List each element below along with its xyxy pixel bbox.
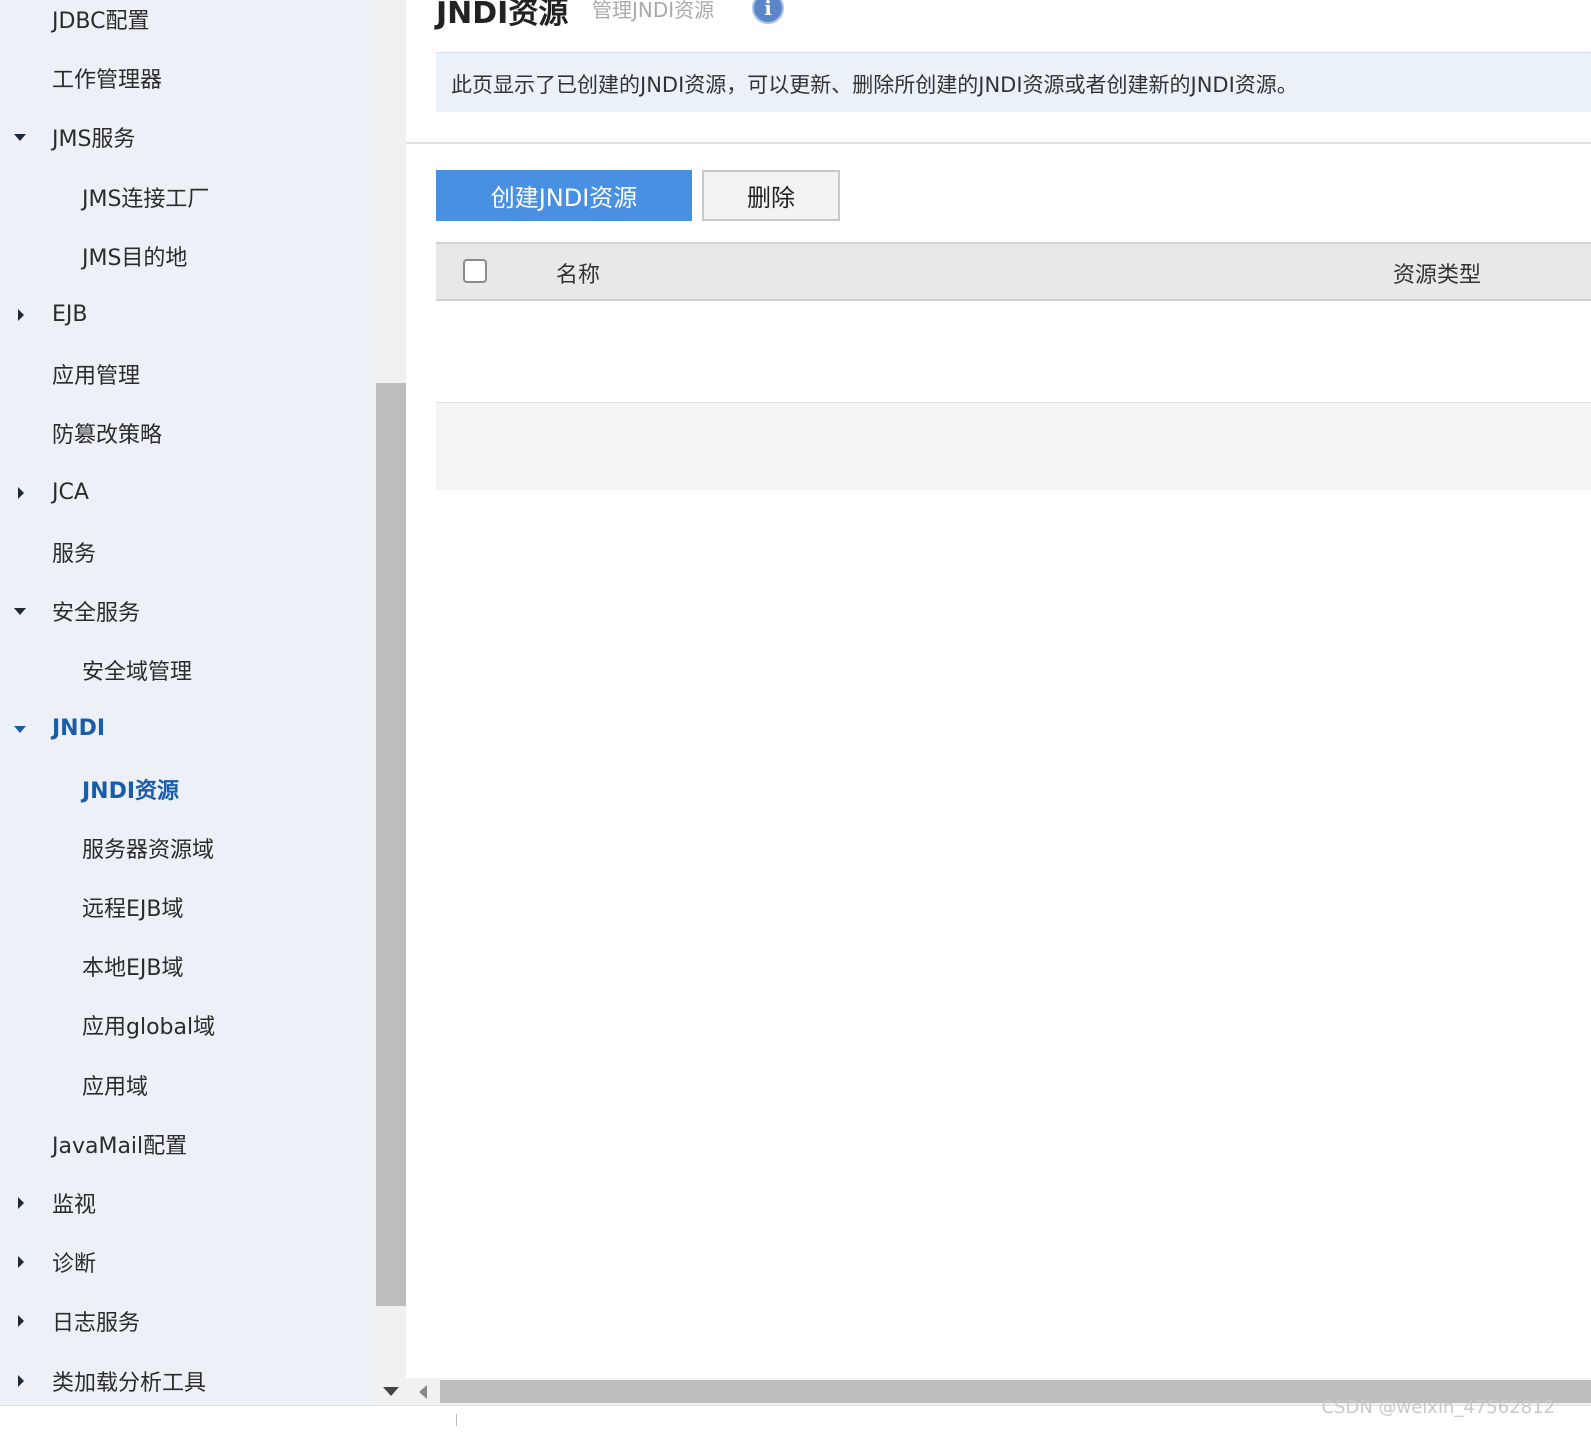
sidebar-item-label: 防篡改策略 [52,422,163,448]
caret-right-icon[interactable] [18,308,24,321]
table-body [436,301,1591,402]
main-content: JNDI资源 管理JNDI资源 i 此页显示了已创建的JNDI资源，可以更新、删… [406,0,1591,1380]
caret-right-icon[interactable] [18,1314,24,1327]
table-footer [436,403,1591,490]
sidebar-item[interactable]: 服务器资源域 [0,818,376,877]
sidebar-item-label: 类加载分析工具 [52,1370,207,1396]
delete-button[interactable]: 删除 [702,170,840,221]
sidebar-item-label: 应用global域 [82,1014,216,1040]
sidebar-item-label: 本地EJB域 [82,955,184,981]
sidebar-item[interactable]: 应用管理 [0,344,376,403]
sidebar-item-label: 服务 [52,541,97,567]
sidebar-item[interactable]: JNDI资源 [0,759,376,818]
sidebar-scrollbar[interactable] [376,0,406,1405]
sidebar-item[interactable]: JavaMail配置 [0,1114,376,1173]
sidebar-item[interactable]: JMS服务 [0,107,376,166]
sidebar-scrollbar-thumb[interactable] [376,383,406,1306]
sidebar-item-label: 安全服务 [52,600,141,626]
sidebar-item-label: 远程EJB域 [82,896,184,922]
sidebar-item-label: 工作管理器 [52,67,163,93]
caret-right-icon[interactable] [18,1255,24,1268]
sidebar-item-label: JMS目的地 [82,245,188,271]
sidebar-item[interactable]: 服务 [0,522,376,581]
create-jndi-resource-button[interactable]: 创建JNDI资源 [436,170,692,221]
sidebar-item[interactable]: 类加载分析工具 [0,1351,376,1410]
sidebar-item[interactable]: 诊断 [0,1232,376,1291]
caret-down-icon[interactable] [14,607,26,615]
sidebar-item-label: 应用管理 [52,363,141,389]
sidebar-item-label: JDBC配置 [52,8,150,34]
sidebar-item[interactable]: EJB [0,285,376,344]
sidebar-item[interactable]: 安全服务 [0,581,376,640]
sidebar-item-label: 服务器资源域 [82,837,215,863]
sidebar-item-label: JMS连接工厂 [82,186,210,212]
sidebar-item[interactable]: 远程EJB域 [0,877,376,936]
sidebar-item[interactable]: 防篡改策略 [0,403,376,462]
caret-right-icon[interactable] [18,1374,24,1387]
sidebar-item-label: 应用域 [82,1074,149,1100]
sidebar-item[interactable]: JMS连接工厂 [0,167,376,226]
sidebar-item[interactable]: JNDI [0,699,376,758]
caret-right-icon[interactable] [18,1196,24,1209]
column-header-name[interactable]: 名称 [556,257,600,289]
sidebar-item-label: JNDI [52,716,106,741]
column-header-resource-type[interactable]: 资源类型 [1393,257,1481,289]
sidebar-item[interactable]: JCA [0,463,376,522]
sidebar-item[interactable]: JMS目的地 [0,226,376,285]
sidebar-item[interactable]: 本地EJB域 [0,936,376,995]
sidebar-item[interactable]: 应用域 [0,1055,376,1114]
info-icon[interactable]: i [752,0,784,24]
sidebar-item-label: 诊断 [52,1251,97,1277]
caret-down-icon[interactable] [14,133,26,141]
sidebar-item[interactable]: 安全域管理 [0,640,376,699]
description-text: 此页显示了已创建的JNDI资源，可以更新、删除所创建的JNDI资源或者创建新的J… [451,73,1298,97]
sidebar-item-label: JavaMail配置 [52,1133,188,1159]
sidebar-item-label: 日志服务 [52,1310,141,1336]
scroll-left-arrow-icon[interactable] [419,1385,427,1399]
sidebar-item-label: EJB [52,302,88,327]
table-header: 名称 资源类型 [436,242,1591,301]
page-title: JNDI资源 [436,0,569,31]
scroll-down-arrow-icon[interactable] [383,1387,399,1396]
divider [406,142,1591,144]
sidebar-item[interactable]: 工作管理器 [0,48,376,107]
select-all-checkbox[interactable] [463,259,487,283]
sidebar-item[interactable]: 监视 [0,1173,376,1232]
sidebar-item-label: JNDI资源 [82,778,180,804]
sidebar: JDBC配置 工作管理器 JMS服务 JMS连接工厂 JMS目的地 EJB 应用管理防篡改策… [0,0,380,1427]
sidebar-item-label: 监视 [52,1192,97,1218]
page-subtitle: 管理JNDI资源 [592,0,715,22]
description-box: 此页显示了已创建的JNDI资源，可以更新、删除所创建的JNDI资源或者创建新的J… [436,52,1591,112]
sidebar-item-label: 安全域管理 [82,659,193,685]
sidebar-item-label: JMS服务 [52,126,136,152]
caret-right-icon[interactable] [18,486,24,499]
sidebar-item[interactable]: 应用global域 [0,995,376,1054]
caret-down-icon[interactable] [14,725,26,733]
sidebar-item[interactable]: 日志服务 [0,1291,376,1350]
sidebar-item-label: JCA [52,480,89,505]
strip-divider [456,1414,457,1426]
watermark: CSDN @weixin_47562812 [1321,1397,1555,1418]
sidebar-item[interactable]: JDBC配置 [0,0,376,48]
